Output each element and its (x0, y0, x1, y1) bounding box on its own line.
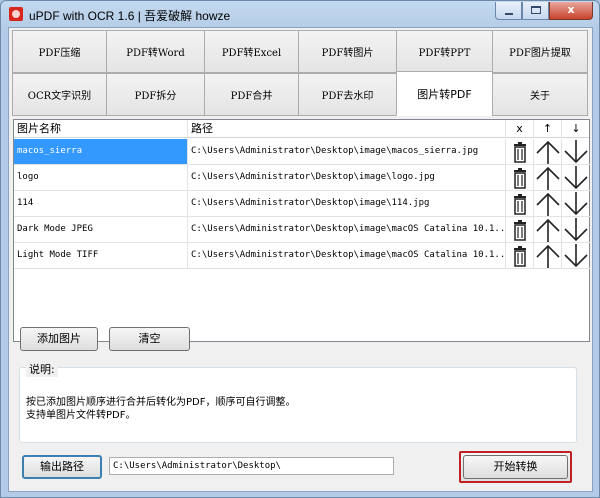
close-icon: x (567, 3, 575, 16)
trash-icon (513, 245, 526, 267)
window-controls: x (495, 2, 593, 20)
move-down-button[interactable] (562, 165, 590, 191)
arrow-up-icon (535, 192, 560, 216)
table-row[interactable]: macos_sierra C:\Users\Administrator\Deskt… (14, 139, 590, 165)
move-up-button[interactable] (534, 191, 562, 217)
arrow-up-icon (535, 140, 560, 164)
table-row[interactable]: Light Mode TIFF C:\Users\Administrator\De… (14, 243, 590, 269)
start-button-frame: 开始转换 (459, 451, 572, 483)
start-conversion-button[interactable]: 开始转换 (463, 455, 568, 479)
table-row[interactable]: Dark Mode JPEG C:\Users\Administrator\Des… (14, 217, 590, 243)
title-bar[interactable]: uPDF with OCR 1.6 | 吾爱破解 howze x (1, 1, 599, 27)
table-row[interactable]: 114 C:\Users\Administrator\Desktop\image\… (14, 191, 590, 217)
tab-pdf-split[interactable]: PDF拆分 (106, 73, 205, 116)
tab-pdf-to-word[interactable]: PDF转Word (106, 30, 205, 73)
arrow-up-icon (535, 218, 560, 242)
delete-row-button[interactable] (506, 139, 534, 165)
delete-row-button[interactable] (506, 165, 534, 191)
column-header-down[interactable]: ↓ (562, 120, 590, 138)
move-down-button[interactable] (562, 217, 590, 243)
arrow-down-icon (564, 139, 588, 163)
app-logo-icon[interactable] (9, 7, 23, 21)
move-up-button[interactable] (534, 243, 562, 269)
tab-pdf-to-excel[interactable]: PDF转Excel (204, 30, 299, 73)
image-name-cell[interactable]: Dark Mode JPEG (14, 217, 188, 243)
image-path-cell[interactable]: C:\Users\Administrator\Desktop\image\114… (188, 191, 506, 217)
maximize-button[interactable] (522, 2, 549, 20)
image-name-cell[interactable]: 114 (14, 191, 188, 217)
arrow-up-icon (535, 244, 560, 268)
add-image-button[interactable]: 添加图片 (20, 327, 98, 351)
arrow-down-icon (564, 217, 588, 241)
minimize-icon (505, 13, 513, 15)
image-path-cell[interactable]: C:\Users\Administrator\Desktop\image\mac… (188, 243, 506, 269)
output-path-field[interactable]: C:\Users\Administrator\Desktop\ (109, 457, 394, 475)
trash-icon (513, 219, 526, 241)
tab-pdf-to-ppt[interactable]: PDF转PPT (396, 30, 493, 73)
delete-row-button[interactable] (506, 243, 534, 269)
table-row[interactable]: logo C:\Users\Administrator\Desktop\image… (14, 165, 590, 191)
move-up-button[interactable] (534, 165, 562, 191)
image-name-cell[interactable]: macos_sierra (14, 139, 188, 165)
notes-legend: 说明: (26, 361, 58, 377)
notes-line-1: 按已添加图片顺序进行合并后转化为PDF，顺序可自行调整。 (26, 397, 296, 408)
move-down-button[interactable] (562, 139, 590, 165)
output-path-button[interactable]: 输出路径 (22, 455, 102, 479)
tab-pdf-to-image[interactable]: PDF转图片 (298, 30, 397, 73)
tab-about[interactable]: 关于 (492, 73, 588, 116)
image-path-cell[interactable]: C:\Users\Administrator\Desktop\image\mac… (188, 217, 506, 243)
tab-image-to-pdf[interactable]: 图片转PDF (396, 71, 493, 116)
list-header: 图片名称 路径 x ↑ ↓ (14, 120, 589, 138)
image-path-cell[interactable]: C:\Users\Administrator\Desktop\image\mac… (188, 139, 506, 165)
client-area: PDF压缩 PDF转Word PDF转Excel PDF转图片 PDF转PPT … (8, 27, 593, 492)
maximize-icon (531, 6, 541, 14)
move-up-button[interactable] (534, 139, 562, 165)
app-window: uPDF with OCR 1.6 | 吾爱破解 howze x PDF压缩 P… (0, 0, 600, 498)
tab-pdf-merge[interactable]: PDF合并 (204, 73, 299, 116)
image-list[interactable]: 图片名称 路径 x ↑ ↓ macos_sierra C:\Users\Admin… (13, 119, 590, 342)
column-header-up[interactable]: ↑ (534, 120, 562, 138)
tab-pdf-remove-watermark[interactable]: PDF去水印 (298, 73, 397, 116)
arrow-down-icon (564, 243, 588, 267)
trash-icon (513, 193, 526, 215)
column-header-name[interactable]: 图片名称 (14, 120, 188, 138)
notes-line-2: 支持单图片文件转PDF。 (26, 410, 136, 421)
arrow-down-icon (564, 165, 588, 189)
minimize-button[interactable] (495, 2, 522, 20)
delete-row-button[interactable] (506, 191, 534, 217)
arrow-up-icon (535, 166, 560, 190)
close-button[interactable]: x (549, 2, 593, 20)
image-name-cell[interactable]: Light Mode TIFF (14, 243, 188, 269)
tab-pdf-image-extract[interactable]: PDF图片提取 (492, 30, 588, 73)
notes-group: 说明: 按已添加图片顺序进行合并后转化为PDF，顺序可自行调整。 支持单图片文件… (19, 361, 577, 443)
tab-pdf-compress[interactable]: PDF压缩 (12, 30, 107, 73)
window-title: uPDF with OCR 1.6 | 吾爱破解 howze (29, 9, 231, 23)
image-path-cell[interactable]: C:\Users\Administrator\Desktop\image\log… (188, 165, 506, 191)
column-header-path[interactable]: 路径 (188, 120, 506, 138)
tab-ocr[interactable]: OCR文字识别 (12, 73, 107, 116)
move-down-button[interactable] (562, 243, 590, 269)
move-down-button[interactable] (562, 191, 590, 217)
column-header-delete[interactable]: x (506, 120, 534, 138)
move-up-button[interactable] (534, 217, 562, 243)
trash-icon (513, 167, 526, 189)
clear-button[interactable]: 清空 (109, 327, 190, 351)
arrow-down-icon (564, 191, 588, 215)
image-name-cell[interactable]: logo (14, 165, 188, 191)
delete-row-button[interactable] (506, 217, 534, 243)
trash-icon (513, 141, 526, 163)
